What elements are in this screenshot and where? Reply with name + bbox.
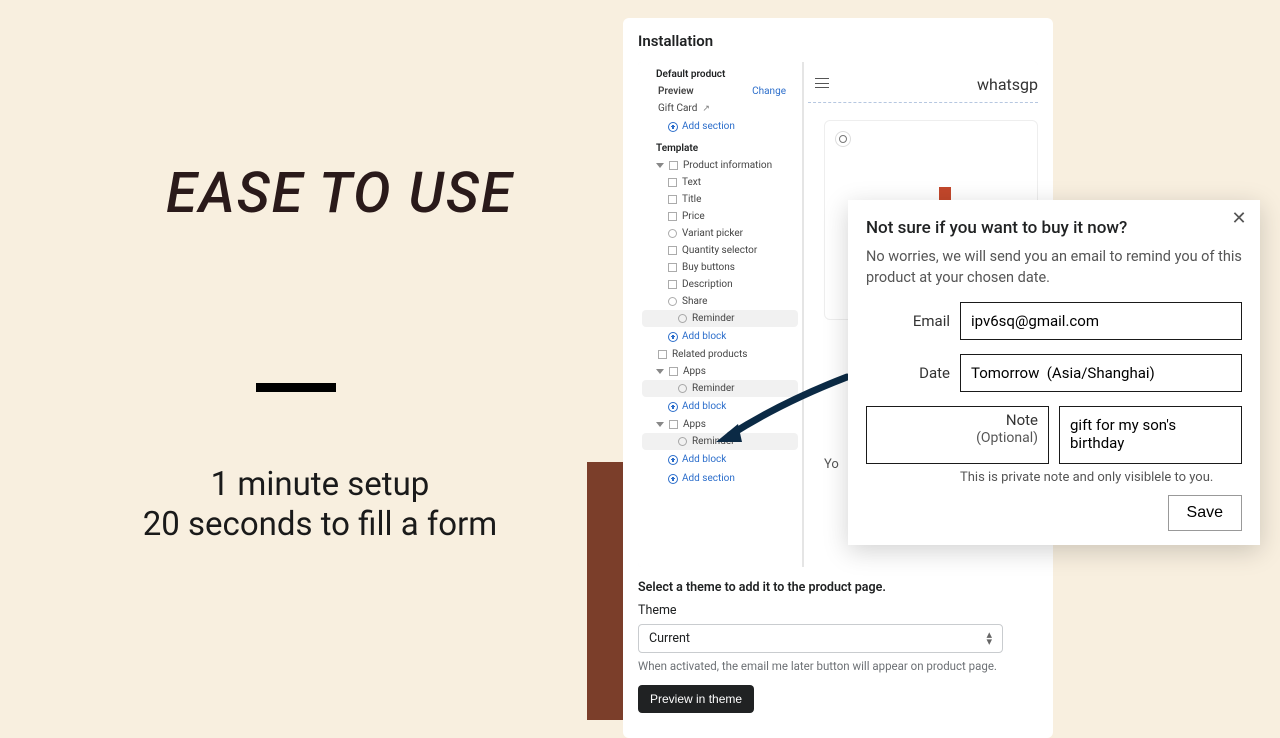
note-label: Note (Optional) xyxy=(866,406,1049,464)
reminder-icon xyxy=(678,384,687,393)
text-icon xyxy=(668,178,677,187)
email-row: Email xyxy=(866,302,1242,340)
theme-select[interactable]: Current ▴▾ xyxy=(638,624,1003,653)
quantity-icon xyxy=(668,246,677,255)
apps-icon xyxy=(669,367,678,376)
product-information-row[interactable]: Product information xyxy=(638,157,802,174)
price-icon xyxy=(668,212,677,221)
editor-sidebar: Default product Preview Change Gift Card… xyxy=(638,62,803,567)
save-button[interactable]: Save xyxy=(1168,495,1242,531)
apps-row-2[interactable]: Apps xyxy=(638,416,802,433)
theme-helper-text: When activated, the email me later butto… xyxy=(638,659,1003,673)
item-quantity-selector[interactable]: Quantity selector xyxy=(638,242,802,259)
subhead-line-2: 20 seconds to fill a form xyxy=(143,505,498,544)
item-reminder[interactable]: Reminder xyxy=(642,310,798,327)
plus-icon xyxy=(668,122,678,132)
modal-description: No worries, we will send you an email to… xyxy=(866,246,1242,288)
product-information-text: Product information xyxy=(683,160,772,171)
item-buy-buttons[interactable]: Buy buttons xyxy=(638,259,802,276)
add-section-text: Add section xyxy=(682,121,735,132)
plus-icon xyxy=(668,474,678,484)
truncated-text: Yo xyxy=(824,457,839,472)
change-link[interactable]: Change xyxy=(752,86,794,97)
template-label: Template xyxy=(638,136,802,157)
caret-down-icon xyxy=(656,163,664,168)
add-block-3[interactable]: Add block xyxy=(638,450,802,469)
accent-strip xyxy=(587,462,623,720)
add-block-1[interactable]: Add block xyxy=(638,327,802,346)
divider-dashed xyxy=(808,102,1038,103)
add-section-2[interactable]: Add section xyxy=(638,469,802,488)
related-products-row[interactable]: Related products xyxy=(638,346,802,363)
caret-down-icon xyxy=(656,369,664,374)
reminder-icon xyxy=(678,437,687,446)
divider xyxy=(256,383,336,392)
plus-icon xyxy=(668,455,678,465)
add-section-link[interactable]: Add section xyxy=(638,117,802,136)
note-sublabel: (Optional) xyxy=(877,430,1038,448)
caret-down-icon xyxy=(656,422,664,427)
reminder-icon xyxy=(678,314,687,323)
close-icon[interactable]: ✕ xyxy=(1230,210,1248,228)
section-icon xyxy=(669,161,678,170)
date-row: Date xyxy=(866,354,1242,392)
theme-select-value: Current xyxy=(649,631,690,646)
preview-label: Preview xyxy=(658,86,694,97)
apps-reminder-2[interactable]: Reminder xyxy=(642,433,798,450)
magnifier-icon[interactable] xyxy=(835,131,851,147)
theme-picker: Select a theme to add it to the product … xyxy=(638,580,1003,713)
hero-title: EASE TO USE xyxy=(166,160,514,226)
brand-name: whatsgp xyxy=(977,75,1038,94)
item-price[interactable]: Price xyxy=(638,208,802,225)
email-field[interactable] xyxy=(960,302,1242,340)
item-variant-picker[interactable]: Variant picker xyxy=(638,225,802,242)
default-product-label: Default product xyxy=(638,62,802,83)
installation-title: Installation xyxy=(638,32,713,50)
item-description[interactable]: Description xyxy=(638,276,802,293)
gift-card-text: Gift Card xyxy=(658,103,697,114)
description-icon xyxy=(668,280,677,289)
preview-in-theme-button[interactable]: Preview in theme xyxy=(638,685,754,713)
hamburger-icon[interactable] xyxy=(815,78,829,88)
hero-subhead: 1 minute setup 20 seconds to fill a form xyxy=(60,465,580,544)
variant-icon xyxy=(668,229,677,238)
apps-icon xyxy=(669,420,678,429)
date-label: Date xyxy=(866,364,950,382)
theme-label: Theme xyxy=(638,603,1003,618)
gift-card-row[interactable]: Gift Card ↗ xyxy=(638,100,802,117)
theme-picker-heading: Select a theme to add it to the product … xyxy=(638,580,1003,595)
email-label: Email xyxy=(866,312,950,330)
plus-icon xyxy=(668,332,678,342)
item-share[interactable]: Share xyxy=(638,293,802,310)
item-title[interactable]: Title xyxy=(638,191,802,208)
reminder-form-modal: ✕ Not sure if you want to buy it now? No… xyxy=(848,200,1260,545)
buy-icon xyxy=(668,263,677,272)
item-text[interactable]: Text xyxy=(638,174,802,191)
modal-title: Not sure if you want to buy it now? xyxy=(866,218,1242,238)
note-help-text: This is private note and only visiblele … xyxy=(960,470,1242,485)
add-block-2[interactable]: Add block xyxy=(638,397,802,416)
note-field[interactable] xyxy=(1059,406,1242,464)
marketing-panel: EASE TO USE 1 minute setup 20 seconds to… xyxy=(0,0,600,720)
note-row: Note (Optional) xyxy=(866,406,1242,464)
subhead-line-1: 1 minute setup xyxy=(211,465,430,504)
date-field[interactable] xyxy=(960,354,1242,392)
apps-row-1[interactable]: Apps xyxy=(638,363,802,380)
apps-reminder-1[interactable]: Reminder xyxy=(642,380,798,397)
title-icon xyxy=(668,195,677,204)
select-chevron-icon: ▴▾ xyxy=(986,632,992,645)
plus-icon xyxy=(668,402,678,412)
related-icon xyxy=(658,350,667,359)
share-icon xyxy=(668,297,677,306)
external-link-icon: ↗ xyxy=(702,104,710,114)
preview-row: Preview Change xyxy=(638,83,802,100)
